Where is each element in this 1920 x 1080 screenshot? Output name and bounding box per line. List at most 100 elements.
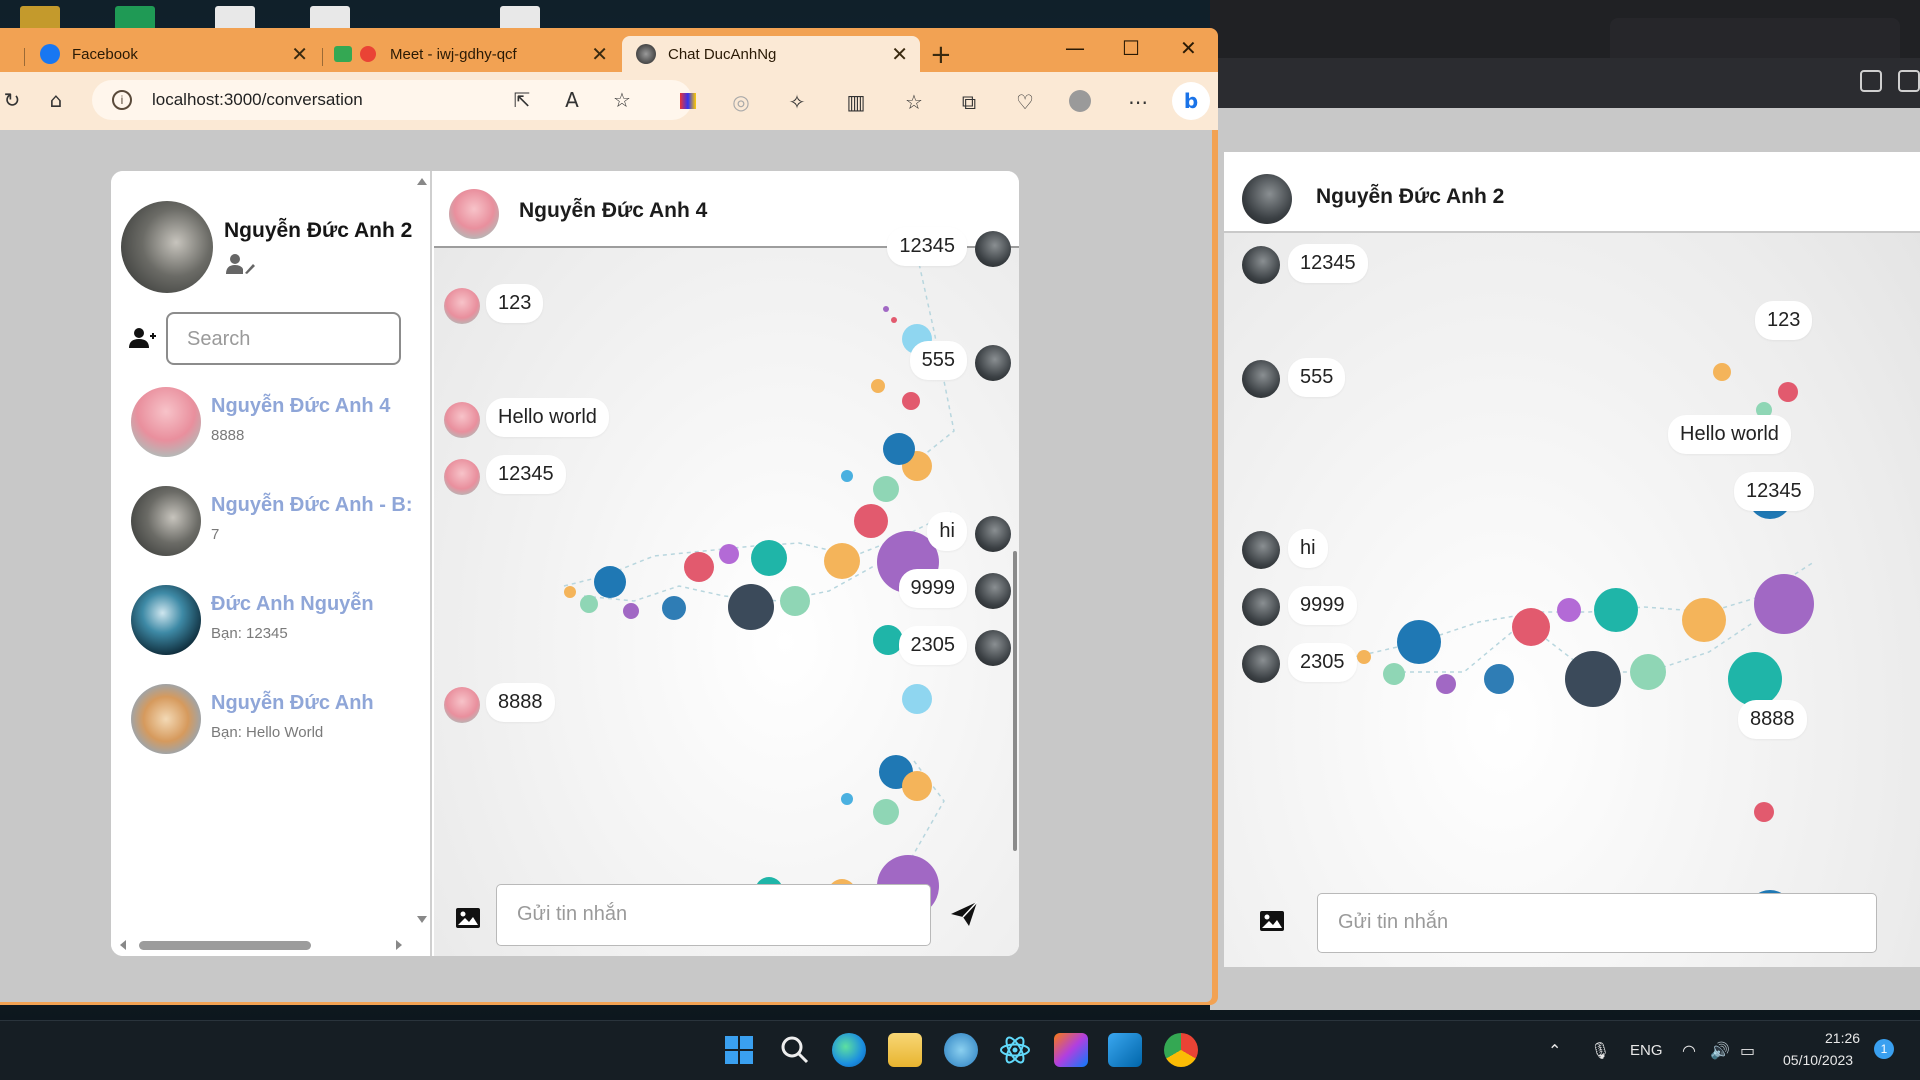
message-bubble: 12345 [486,455,566,494]
address-url: localhost:3000/conversation [152,90,363,109]
message-row: 12345 [811,227,1011,273]
taskbar: ⌃ 🎙 ENG ◠ 🔊 ▭ 21:26 05/10/2023 1 [0,1020,1920,1080]
message-avatar [1242,645,1280,683]
my-name: Nguyễn Đức Anh 2 [224,219,413,242]
message-row: 8888 [444,683,644,729]
chat-scrollbar[interactable] [1013,551,1017,851]
vscode-icon[interactable] [1108,1033,1142,1067]
my-avatar[interactable] [121,201,213,293]
battery-icon[interactable]: ▭ [1740,1041,1755,1060]
message-bubble: hi [927,512,967,551]
conversation-name: Nguyễn Đức Anh [211,692,374,714]
partner-avatar[interactable] [1242,174,1292,224]
download-icon[interactable] [1860,70,1882,92]
chat-app: Nguyễn Đức Anh 2 Search Nguyễn Đức Anh 4 [111,171,1019,956]
site-info-icon[interactable]: i [112,90,132,110]
collections-icon[interactable]: ⧉ [957,90,981,114]
intellij-icon[interactable] [1054,1033,1088,1067]
open-in-app-icon[interactable]: ⇱ [510,88,534,112]
clock-date[interactable]: 05/10/2023 [1783,1052,1853,1068]
compass-icon[interactable]: ◎ [729,90,753,114]
message-bubble: 123 [1755,301,1813,340]
wifi-icon[interactable]: ◠ [1682,1041,1696,1060]
maximize-button[interactable]: ☐ [1122,36,1140,60]
conversation-last-message: 7 [211,526,220,543]
send-icon[interactable] [949,900,979,928]
message-input[interactable]: Gửi tin nhắn [496,884,931,946]
conversation-name: Nguyễn Đức Anh 4 [211,395,391,417]
second-message-input[interactable]: Gửi tin nhắn [1317,893,1877,953]
conversation-name: Đức Anh Nguyễn [211,593,374,615]
second-chat-view: Nguyễn Đức Anh 2 12345 123 555 Hello wor… [1224,152,1920,967]
tab-facebook[interactable]: Facebook ✕ [36,36,320,72]
tab-strip: Facebook ✕ Meet - iwj-gdhy-qcf ✕ Chat Du… [0,28,1218,72]
close-tab-icon[interactable]: ✕ [891,42,908,67]
message-bubble: Hello world [486,398,609,437]
read-aloud-icon[interactable]: A [560,88,584,112]
favorite-star-icon[interactable]: ☆ [610,88,634,112]
cat-avatar [131,684,201,754]
translate-icon[interactable] [1898,70,1920,92]
sidebar-horizontal-scrollbar[interactable] [111,933,411,955]
message-bubble: 9999 [1288,586,1357,625]
tab-chat[interactable]: Chat DucAnhNg ✕ [622,36,920,72]
tab-label: Facebook [72,45,138,63]
black-cat-avatar [131,585,201,655]
notification-badge[interactable]: 1 [1874,1039,1894,1059]
home-icon[interactable]: ⌂ [44,88,68,112]
more-menu-icon[interactable]: ⋯ [1126,90,1150,114]
search-input[interactable]: Search [166,312,401,365]
performance-icon[interactable]: ♡ [1013,90,1037,114]
search-icon[interactable] [778,1033,812,1067]
second-browser-window: Nguyễn Đức Anh 2 12345 123 555 Hello wor… [1210,0,1920,1010]
message-row: 2305 [811,626,1011,672]
image-upload-icon[interactable] [1259,910,1285,932]
message-avatar [1242,246,1280,284]
sidebar-vertical-scrollbar[interactable] [412,171,432,931]
close-tab-icon[interactable]: ✕ [591,42,608,67]
conversation-item[interactable]: Nguyễn Đức Anh - B: 7 [131,486,430,566]
windows-start-icon[interactable] [722,1033,756,1067]
tab-separator [24,48,25,66]
partner-avatar[interactable] [449,189,499,239]
facebook-icon [40,44,60,64]
language-indicator[interactable]: ENG [1630,1042,1663,1059]
extensions-puzzle-icon[interactable]: ✧ [785,90,809,114]
scrollbar-thumb[interactable] [139,941,311,950]
conversation-item[interactable]: Nguyễn Đức Anh 4 8888 [131,387,430,467]
partner-name: Nguyễn Đức Anh 4 [519,199,708,222]
edit-profile-icon[interactable] [225,253,255,275]
tab-label: Chat DucAnhNg [668,45,777,63]
react-app-icon[interactable] [998,1033,1032,1067]
extension-color-icon[interactable] [676,90,700,114]
second-window-toolbar [1210,58,1920,108]
bing-copilot-icon[interactable]: b [1172,82,1210,120]
microphone-icon[interactable]: 🎙 [1590,1041,1610,1060]
new-tab-button[interactable]: + [930,40,952,70]
minimize-button[interactable]: — [1065,36,1085,60]
weather-app-icon[interactable] [944,1033,978,1067]
split-screen-icon[interactable]: ▥ [844,90,868,114]
tab-meet[interactable]: Meet - iwj-gdhy-qcf ✕ [334,36,620,72]
volume-icon[interactable]: 🔊 [1710,1041,1730,1060]
profile-icon[interactable] [1068,90,1092,114]
edge-browser-icon[interactable] [832,1033,866,1067]
conversation-item[interactable]: Đức Anh Nguyễn Bạn: 12345 [131,585,430,665]
refresh-icon[interactable]: ↻ [0,88,24,112]
show-hidden-icons-chevron-icon[interactable]: ⌃ [1548,1041,1561,1060]
add-friend-icon[interactable] [129,327,157,349]
message-avatar [444,288,480,324]
conversation-item[interactable]: Nguyễn Đức Anh Bạn: Hello World [131,684,430,764]
close-tab-icon[interactable]: ✕ [291,42,308,67]
image-upload-icon[interactable] [455,907,481,929]
message-row: 555 [811,341,1011,387]
clock-time[interactable]: 21:26 [1825,1030,1860,1046]
address-bar[interactable]: i localhost:3000/conversation ⇱ A ☆ [92,80,692,120]
file-explorer-icon[interactable] [888,1033,922,1067]
message-bubble: hi [1288,529,1328,568]
close-window-button[interactable]: ✕ [1180,36,1197,60]
message-row: 123 [444,284,644,330]
second-window-tab[interactable] [1610,18,1900,58]
favorites-icon[interactable]: ☆ [902,90,926,114]
chrome-icon[interactable] [1164,1033,1198,1067]
